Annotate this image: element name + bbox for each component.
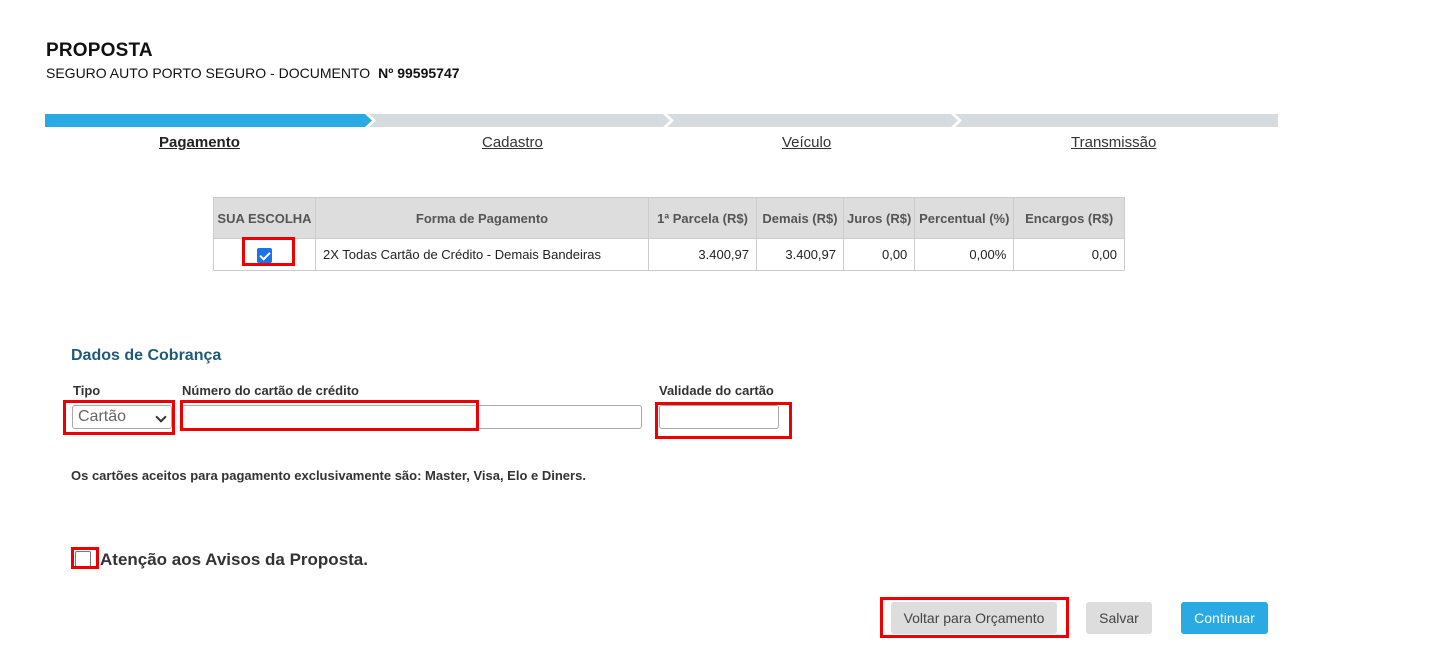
table-header-row: SUA ESCOLHA Forma de Pagamento 1ª Parcel… bbox=[213, 197, 1125, 239]
payment-options-table: SUA ESCOLHA Forma de Pagamento 1ª Parcel… bbox=[213, 197, 1125, 271]
col-encargos: Encargos (R$) bbox=[1013, 197, 1125, 239]
table-row[interactable]: 2X Todas Cartão de Crédito - Demais Band… bbox=[213, 238, 1125, 271]
step-segment-veiculo bbox=[667, 114, 958, 127]
col-juros: Juros (R$) bbox=[842, 197, 916, 239]
voltar-orcamento-button[interactable]: Voltar para Orçamento bbox=[891, 602, 1057, 634]
step-veiculo[interactable]: Veículo bbox=[782, 134, 831, 151]
demais-cell: 3.400,97 bbox=[756, 238, 844, 271]
step-segment-cadastro bbox=[369, 114, 670, 127]
tipo-select[interactable]: Cartão bbox=[72, 405, 172, 429]
payment-select-checkbox[interactable] bbox=[257, 247, 272, 263]
percentual-cell: 0,00% bbox=[914, 238, 1015, 271]
validade-label: Validade do cartão bbox=[659, 383, 774, 398]
numero-cartao-input[interactable] bbox=[182, 405, 642, 429]
salvar-button[interactable]: Salvar bbox=[1086, 602, 1152, 634]
aviso-label: Atenção aos Avisos da Proposta. bbox=[100, 550, 368, 569]
accepted-cards-note: Os cartões aceitos para pagamento exclus… bbox=[71, 468, 586, 483]
col-sua-escolha: SUA ESCOLHA bbox=[213, 197, 316, 239]
select-cell[interactable] bbox=[213, 238, 316, 271]
encargos-cell: 0,00 bbox=[1013, 238, 1125, 271]
step-segment-transmissao bbox=[955, 114, 1278, 127]
primeira-parcela-cell: 3.400,97 bbox=[648, 238, 757, 271]
aviso-checkbox[interactable] bbox=[75, 551, 91, 567]
numero-cartao-label: Número do cartão de crédito bbox=[182, 383, 359, 398]
validade-cartao-input[interactable] bbox=[659, 405, 779, 429]
continuar-button[interactable]: Continuar bbox=[1181, 602, 1268, 634]
step-segment-pagamento bbox=[45, 114, 372, 127]
forma-cell: 2X Todas Cartão de Crédito - Demais Band… bbox=[315, 238, 649, 271]
document-number: Nº 99595747 bbox=[378, 65, 460, 81]
step-cadastro[interactable]: Cadastro bbox=[482, 134, 543, 151]
subtitle-text: SEGURO AUTO PORTO SEGURO - DOCUMENTO bbox=[46, 65, 371, 81]
col-forma-pagamento: Forma de Pagamento bbox=[315, 197, 649, 239]
col-primeira-parcela: 1ª Parcela (R$) bbox=[648, 197, 757, 239]
step-transmissao[interactable]: Transmissão bbox=[1071, 134, 1156, 151]
step-pagamento[interactable]: Pagamento bbox=[159, 134, 240, 151]
chevron-down-icon bbox=[155, 411, 167, 423]
juros-cell: 0,00 bbox=[842, 238, 916, 271]
page-subtitle: SEGURO AUTO PORTO SEGURO - DOCUMENTO Nº 9… bbox=[46, 65, 460, 81]
tipo-label: Tipo bbox=[73, 383, 101, 398]
progress-steps-bar bbox=[45, 114, 1278, 127]
section-title-cobranca: Dados de Cobrança bbox=[71, 347, 222, 364]
col-percentual: Percentual (%) bbox=[914, 197, 1015, 239]
tipo-select-value: Cartão bbox=[78, 408, 127, 425]
page-title: PROPOSTA bbox=[46, 40, 153, 61]
col-demais: Demais (R$) bbox=[756, 197, 844, 239]
